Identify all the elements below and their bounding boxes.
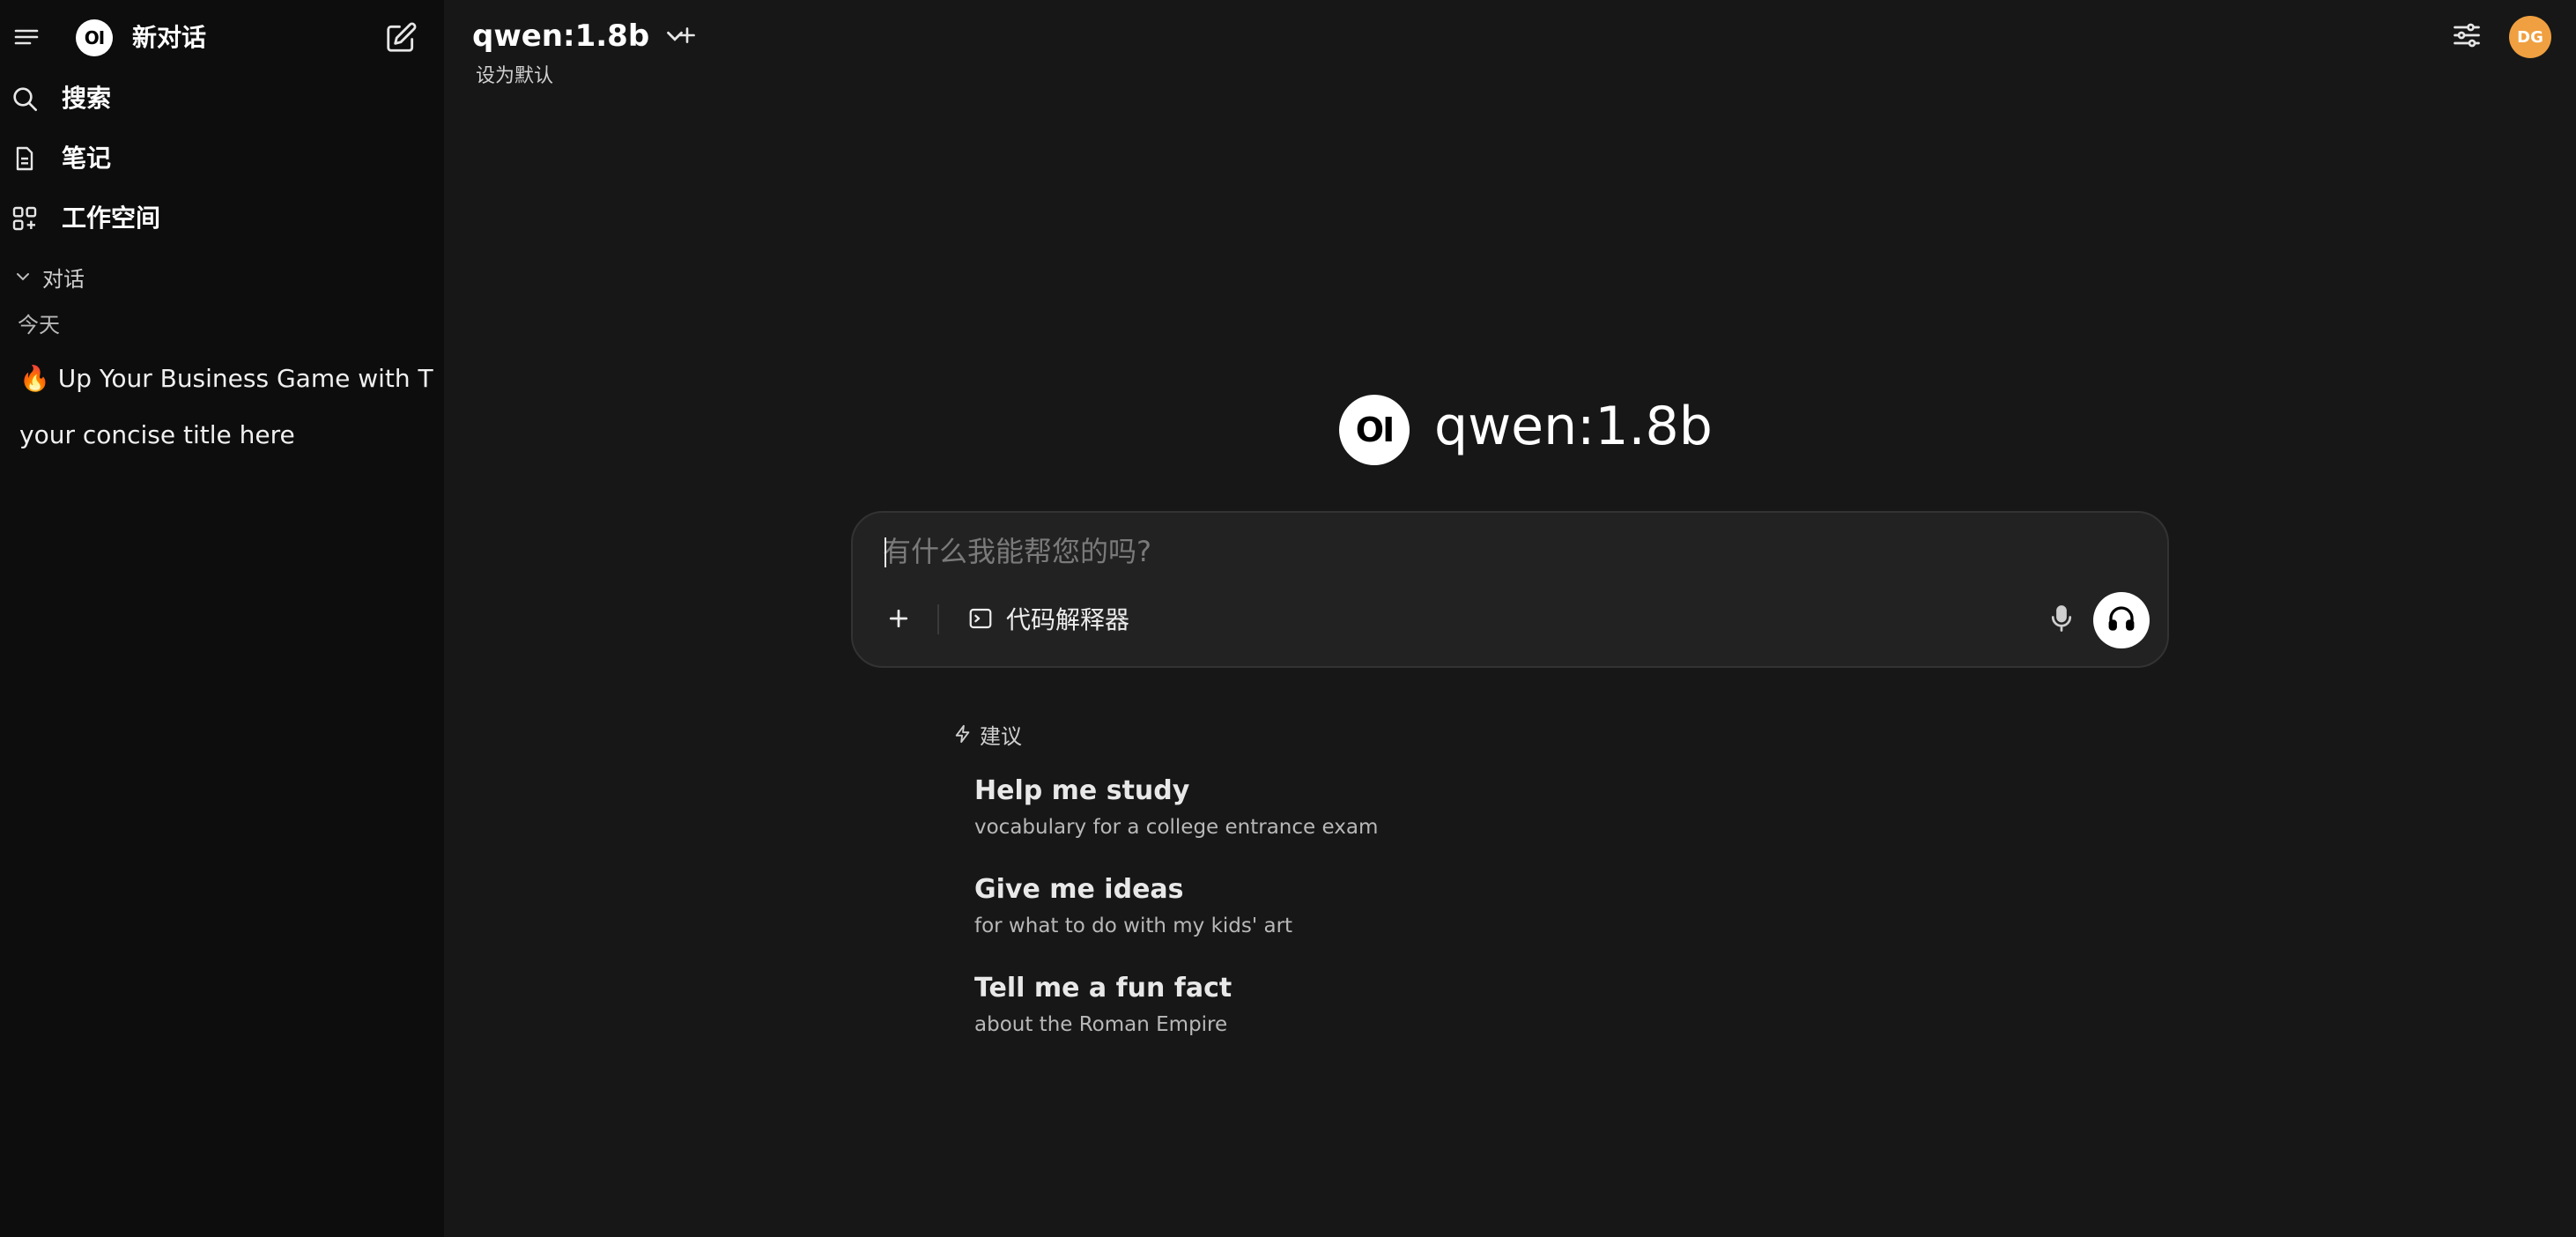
- suggestion-subtitle: for what to do with my kids' art: [974, 915, 1293, 937]
- chat-list-item[interactable]: your concise title here: [9, 411, 435, 460]
- new-chat-edit-icon[interactable]: [381, 18, 421, 58]
- tool-label: 代码解释器: [1006, 605, 1130, 634]
- terminal-icon: [967, 605, 994, 632]
- sidebar-item-label: 搜索: [62, 84, 112, 113]
- add-model-icon[interactable]: [671, 19, 703, 51]
- sidebar-item-workspace[interactable]: 工作空间: [0, 191, 444, 244]
- message-composer: 代码解释器: [851, 511, 2169, 668]
- new-chat-label[interactable]: 新对话: [132, 21, 206, 55]
- suggestions-label: 建议: [980, 723, 1022, 749]
- bolt-icon: [953, 724, 973, 744]
- sidebar-header: OI 新对话: [0, 0, 444, 76]
- suggestion-title: Tell me a fun fact: [974, 973, 1232, 1004]
- notes-icon: [11, 144, 39, 173]
- model-selector[interactable]: qwen:1.8b: [472, 16, 688, 56]
- suggestion-subtitle: about the Roman Empire: [974, 1013, 1228, 1036]
- message-input[interactable]: [883, 530, 2116, 573]
- sidebar-item-notes[interactable]: 笔记: [0, 131, 444, 184]
- model-logo: OI: [1339, 395, 1410, 465]
- sidebar-item-search[interactable]: 搜索: [0, 71, 444, 124]
- microphone-icon[interactable]: [2040, 597, 2083, 640]
- date-group-label: 今天: [18, 313, 60, 337]
- model-name: qwen:1.8b: [472, 19, 650, 54]
- chevron-down-icon: [12, 266, 33, 287]
- code-interpreter-button[interactable]: 代码解释器: [967, 599, 1129, 638]
- sidebar-item-label: 工作空间: [62, 204, 161, 233]
- set-default-link[interactable]: 设为默认: [476, 63, 553, 90]
- chat-title: your concise title here: [19, 420, 295, 449]
- suggestions-header: 建议: [953, 719, 1022, 749]
- hero-model-name: qwen:1.8b: [1434, 396, 1713, 457]
- sidebar-item-label: 笔记: [62, 144, 112, 173]
- workspace-icon: [11, 204, 39, 233]
- suggestion-title: Give me ideas: [974, 874, 1184, 905]
- user-avatar[interactable]: DG: [2509, 16, 2551, 58]
- headphones-icon: [2106, 603, 2137, 638]
- add-attachment-icon[interactable]: [881, 601, 916, 636]
- suggestion-item[interactable]: Tell me a fun fact about the Roman Empir…: [966, 966, 1582, 1050]
- controls-icon[interactable]: [2449, 18, 2484, 53]
- suggestion-item[interactable]: Help me study vocabulary for a college e…: [966, 768, 1582, 853]
- section-label: 对话: [42, 266, 85, 292]
- chat-list-item[interactable]: 🔥 Up Your Business Game with Th: [9, 354, 435, 404]
- chats-section-toggle[interactable]: 对话: [12, 261, 85, 293]
- app-logo[interactable]: OI: [76, 19, 113, 56]
- sidebar: OI 新对话 搜索 笔记 工作空间 对话 今天 🔥 Up Your Busine…: [0, 0, 444, 1237]
- suggestion-title: Help me study: [974, 775, 1190, 806]
- app-window: OI 新对话 搜索 笔记 工作空间 对话 今天 🔥 Up Your Busine…: [0, 0, 2576, 1237]
- chat-title: 🔥 Up Your Business Game with Th: [19, 364, 435, 393]
- suggestion-subtitle: vocabulary for a college entrance exam: [974, 816, 1379, 839]
- menu-icon[interactable]: [9, 19, 44, 55]
- search-icon: [11, 85, 39, 113]
- text-caret: [885, 537, 886, 567]
- suggestion-item[interactable]: Give me ideas for what to do with my kid…: [966, 867, 1582, 952]
- divider: [937, 604, 939, 634]
- voice-mode-button[interactable]: [2093, 592, 2150, 648]
